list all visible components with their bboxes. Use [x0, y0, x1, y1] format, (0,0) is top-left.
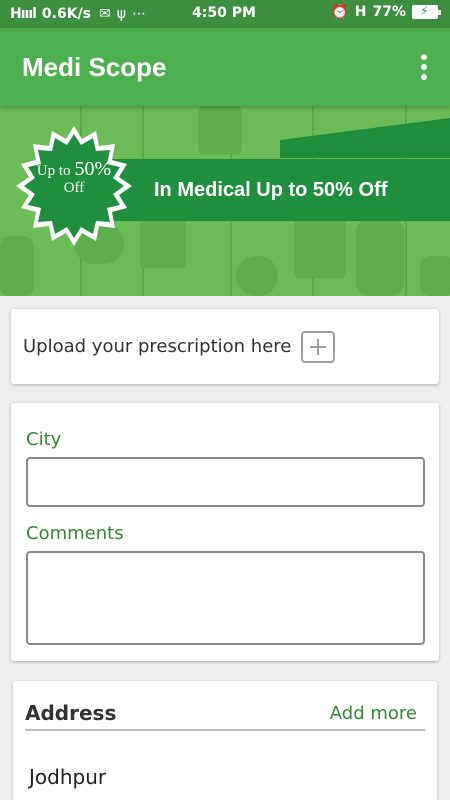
overflow-menu-icon[interactable] [420, 54, 428, 80]
seal-prefix: Up to [36, 163, 71, 179]
upload-prescription-card[interactable]: Upload your prescription here [11, 309, 439, 384]
seal-percent: 50% [74, 158, 112, 180]
net-speed: 0.6K/s [41, 6, 92, 22]
comments-label: Comments [26, 523, 124, 544]
address-item[interactable]: Jodhpur [29, 765, 106, 789]
address-title: Address [25, 701, 117, 725]
address-divider [25, 729, 425, 731]
app-title: Medi Scope [22, 51, 167, 82]
battery-percent: 77% [372, 4, 406, 20]
seal-text: Up to 50% Off [14, 158, 134, 197]
city-input[interactable] [26, 457, 425, 507]
more-icon: ⋯ [132, 6, 147, 22]
details-form-card: City Comments [11, 403, 439, 661]
usb-icon: ψ [116, 6, 127, 22]
status-bar: Hıııl 0.6K/s ✉ ψ ⋯ 4:50 PM ⏰ H 77% ⚡ [0, 0, 450, 28]
ribbon-accent [280, 118, 450, 158]
banner-ribbon: In Medical Up to 50% Off [90, 159, 450, 221]
upload-label: Upload your prescription here [23, 336, 292, 357]
city-label: City [26, 429, 62, 450]
add-more-link[interactable]: Add more [330, 703, 417, 724]
app-bar: Medi Scope [0, 28, 450, 106]
seal-suffix: Off [63, 180, 85, 196]
h-network-icon: H [354, 4, 367, 20]
battery-icon: ⚡ [412, 4, 441, 19]
comments-input[interactable] [26, 551, 425, 645]
address-card: Address Add more Jodhpur [13, 681, 437, 800]
signal-icon: Hıııl [10, 6, 37, 22]
plus-icon[interactable] [301, 330, 336, 363]
status-right: ⏰ H 77% ⚡ [331, 4, 441, 20]
promo-banner[interactable]: In Medical Up to 50% Off Up to 50% Off [0, 106, 450, 296]
status-time: 4:50 PM [192, 5, 256, 21]
alarm-icon: ⏰ [331, 4, 349, 20]
mail-icon: ✉ [99, 6, 111, 22]
banner-headline: In Medical Up to 50% Off [154, 178, 388, 201]
